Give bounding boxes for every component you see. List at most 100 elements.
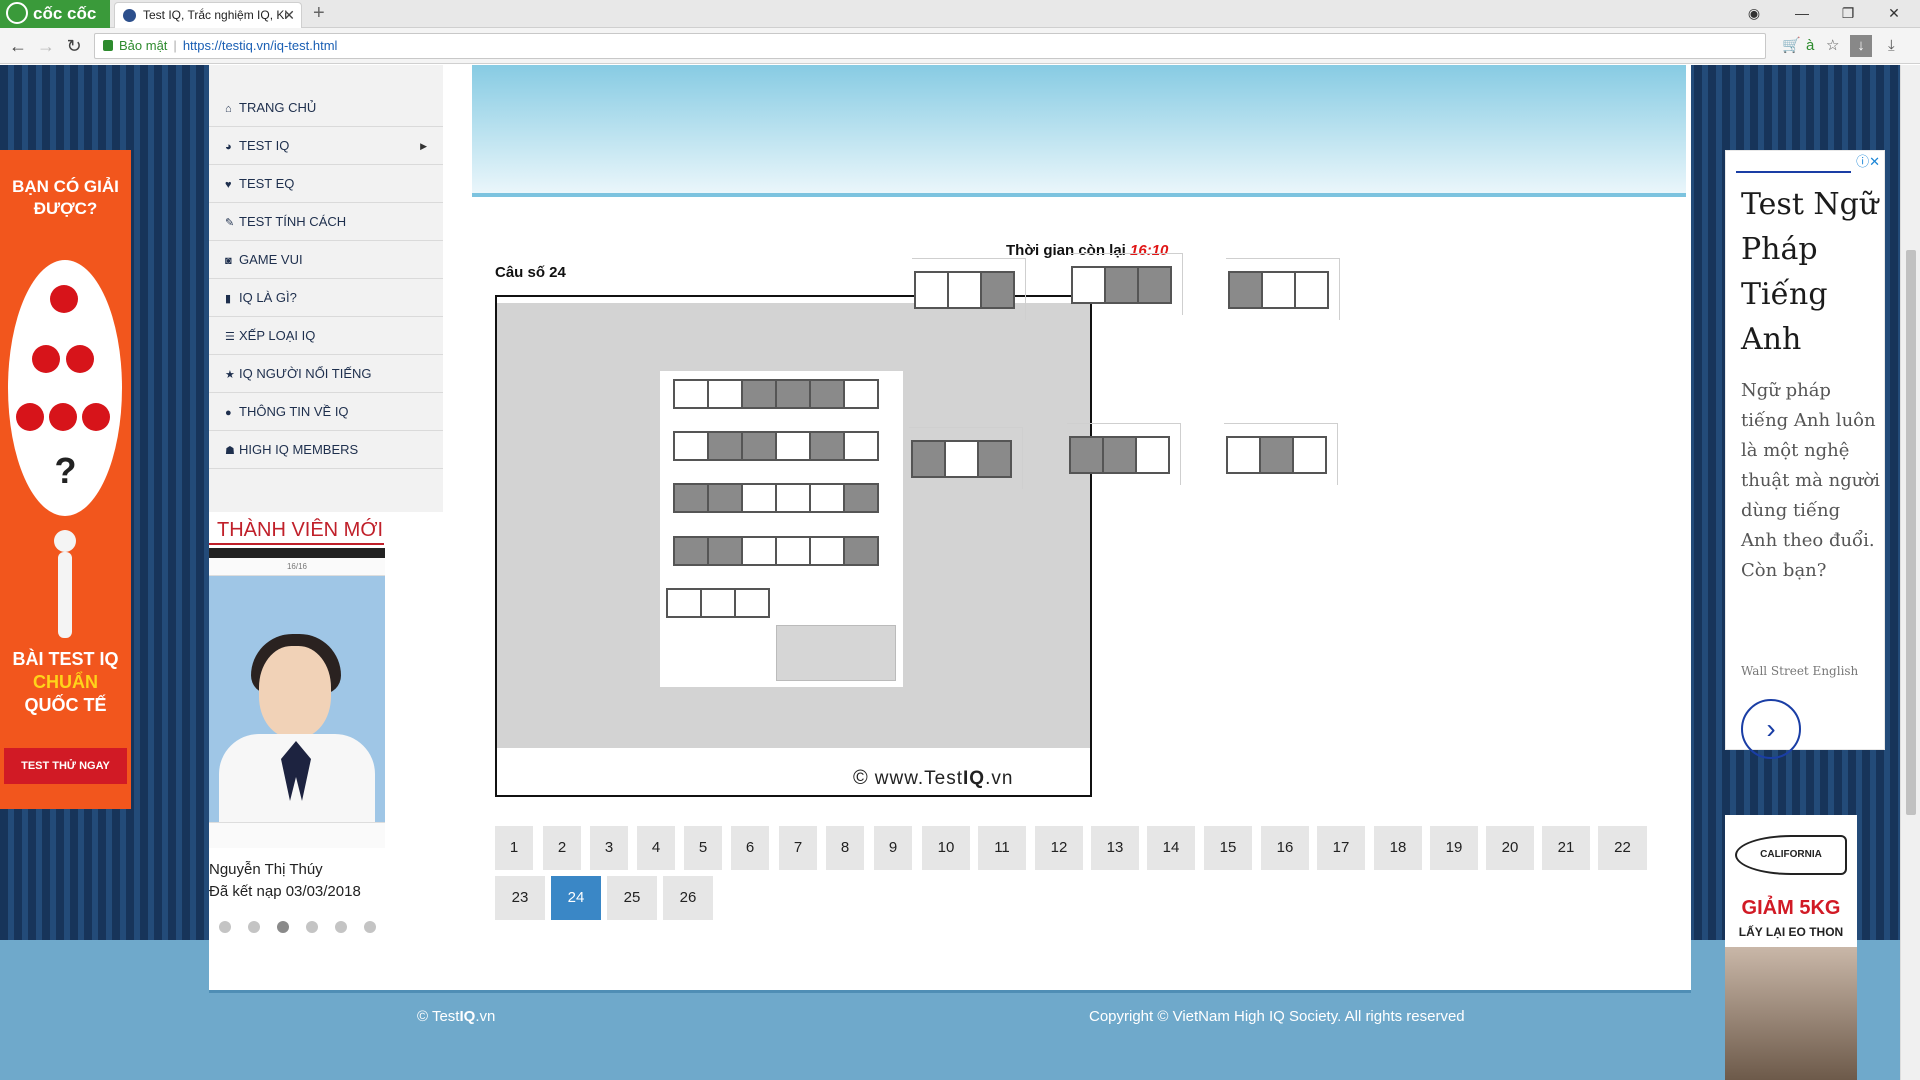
forward-icon[interactable]: → xyxy=(34,34,58,58)
empty-cell xyxy=(673,431,709,461)
menu-label: GAME VUI xyxy=(239,252,303,267)
empty-cell xyxy=(1261,270,1296,309)
page-button[interactable]: 25 xyxy=(607,876,657,920)
page-button[interactable]: 26 xyxy=(663,876,713,920)
carousel-dot[interactable] xyxy=(219,921,231,933)
close-tab-icon[interactable]: ✕ xyxy=(283,3,295,27)
scrollbar-thumb[interactable] xyxy=(1906,250,1916,815)
page-button[interactable]: 10 xyxy=(922,826,970,870)
page-button[interactable]: 11 xyxy=(978,826,1026,870)
ad-info-close-icon[interactable]: ⓘ✕ xyxy=(1856,151,1880,170)
empty-cell xyxy=(944,439,979,478)
left-advertisement[interactable]: BẠN CÓ GIẢI ĐƯỢC? ? BÀI TEST IQ CHUẨN QUỐC… xyxy=(0,150,131,809)
page-button[interactable]: 21 xyxy=(1542,826,1590,870)
new-tab-button[interactable]: + xyxy=(313,0,325,26)
menu-item-high-iq-members[interactable]: ☗ HIGH IQ MEMBERS xyxy=(209,431,443,469)
right-advertisement[interactable]: ⓘ✕ Test Ngữ Pháp Tiếng Anh Ngữ pháp tiến… xyxy=(1725,150,1885,759)
answer-option-2[interactable] xyxy=(1069,253,1183,315)
translate-icon[interactable]: à xyxy=(1806,34,1814,58)
restore-button[interactable]: ❐ xyxy=(1826,0,1870,28)
profile-icon[interactable]: ◉ xyxy=(1732,0,1776,28)
url-input[interactable]: Bảo mật | https://testiq.vn/iq-test.html xyxy=(94,33,1766,59)
menu-label: XẾP LOẠI IQ xyxy=(239,328,316,343)
watermark-pre: www.Test xyxy=(874,768,963,789)
close-window-button[interactable]: ✕ xyxy=(1872,0,1916,28)
bookmark-star-icon[interactable]: ☆ xyxy=(1826,34,1839,58)
page-button-current[interactable]: 24 xyxy=(551,876,601,920)
ad-tag-line1: BÀI TEST IQ xyxy=(12,649,119,669)
answer-option-5[interactable] xyxy=(1067,423,1181,485)
page-button[interactable]: 16 xyxy=(1261,826,1309,870)
footer-post: .vn xyxy=(475,1008,496,1025)
page-button[interactable]: 22 xyxy=(1598,826,1647,870)
phone-status-bar xyxy=(209,548,385,558)
page-button[interactable]: 18 xyxy=(1374,826,1422,870)
carousel-dot-active[interactable] xyxy=(277,921,289,933)
ad-try-now-button[interactable]: TEST THỬ NGAY xyxy=(4,748,127,784)
security-label: Bảo mật xyxy=(119,38,168,53)
browser-brand[interactable]: cốc cốc xyxy=(0,0,110,28)
page-button[interactable]: 4 xyxy=(637,826,675,870)
chevron-right-icon[interactable]: › xyxy=(1741,699,1801,759)
page: ⌂ TRANG CHỦ ◕ TEST IQ ▶ ♥ TEST EQ ✎ TEST TÍNH… xyxy=(0,65,1900,1080)
page-scrollbar[interactable] xyxy=(1900,65,1920,1080)
menu-item-personality[interactable]: ✎ TEST TÍNH CÁCH xyxy=(209,203,443,241)
menu-label: TRANG CHỦ xyxy=(239,100,317,115)
page-button[interactable]: 13 xyxy=(1091,826,1139,870)
browser-tab[interactable]: Test IQ, Trắc nghiệm IQ, Ki ✕ xyxy=(114,2,302,28)
page-button[interactable]: 19 xyxy=(1430,826,1478,870)
menu-item-games[interactable]: ◙ GAME VUI xyxy=(209,241,443,279)
carousel-dot[interactable] xyxy=(248,921,260,933)
empty-cell xyxy=(809,483,845,513)
page-button[interactable]: 20 xyxy=(1486,826,1534,870)
page-button[interactable]: 12 xyxy=(1035,826,1083,870)
menu-item-famous-iq[interactable]: ★ IQ NGƯỜI NỔI TIẾNG xyxy=(209,355,443,393)
carousel-dot[interactable] xyxy=(335,921,347,933)
tab-title: Test IQ, Trắc nghiệm IQ, Ki xyxy=(143,8,288,22)
menu-item-iq-ranking[interactable]: ☰ XẾP LOẠI IQ xyxy=(209,317,443,355)
page-button[interactable]: 17 xyxy=(1317,826,1365,870)
answer-option-4[interactable] xyxy=(909,427,1023,489)
answer-option-6[interactable] xyxy=(1224,423,1338,485)
menu-item-test-eq[interactable]: ♥ TEST EQ xyxy=(209,165,443,203)
page-button[interactable]: 5 xyxy=(684,826,722,870)
answer-option-3[interactable] xyxy=(1226,258,1340,320)
photo-background xyxy=(209,576,385,848)
missing-answer-slot xyxy=(776,625,896,681)
carousel-dot[interactable] xyxy=(306,921,318,933)
downloads-tray-icon[interactable]: ⤓ xyxy=(1888,34,1895,58)
page-button[interactable]: 2 xyxy=(543,826,581,870)
menu-item-iq-info[interactable]: ● THÔNG TIN VỀ IQ xyxy=(209,393,443,431)
page-button[interactable]: 7 xyxy=(779,826,817,870)
lock-icon xyxy=(103,40,113,52)
question-row xyxy=(673,483,879,513)
menu-item-test-iq[interactable]: ◕ TEST IQ ▶ xyxy=(209,127,443,165)
cart-icon[interactable]: 🛒 xyxy=(1782,34,1801,58)
page-button[interactable]: 15 xyxy=(1204,826,1252,870)
menu-item-home[interactable]: ⌂ TRANG CHỦ xyxy=(209,89,443,127)
member-joined-date: Đã kết nạp 03/03/2018 xyxy=(209,883,361,900)
page-button[interactable]: 23 xyxy=(495,876,545,920)
page-button[interactable]: 6 xyxy=(731,826,769,870)
download-icon[interactable]: ↓ xyxy=(1850,35,1872,57)
reload-icon[interactable]: ↻ xyxy=(62,34,86,58)
member-photo[interactable]: 16/16 xyxy=(209,548,385,848)
carousel-dot[interactable] xyxy=(364,921,376,933)
empty-cell xyxy=(775,431,811,461)
right-advertisement-2[interactable]: CALIFORNIA GIẢM 5KG LẤY LẠI EO THON xyxy=(1725,815,1857,1080)
answer-option-1[interactable] xyxy=(912,258,1026,320)
apple-icon xyxy=(49,403,77,431)
page-button[interactable]: 14 xyxy=(1147,826,1195,870)
ad-top-line xyxy=(1736,171,1851,173)
empty-cell xyxy=(700,588,736,618)
page-button[interactable]: 8 xyxy=(826,826,864,870)
back-icon[interactable]: ← xyxy=(6,34,30,58)
filled-cell xyxy=(707,483,743,513)
ad-title[interactable]: Test Ngữ Pháp Tiếng Anh xyxy=(1741,182,1881,362)
menu-item-what-is-iq[interactable]: ▮ IQ LÀ GÌ? xyxy=(209,279,443,317)
empty-cell xyxy=(666,588,702,618)
page-button[interactable]: 1 xyxy=(495,826,533,870)
minimize-button[interactable]: — xyxy=(1780,0,1824,28)
page-button[interactable]: 9 xyxy=(874,826,912,870)
page-button[interactable]: 3 xyxy=(590,826,628,870)
